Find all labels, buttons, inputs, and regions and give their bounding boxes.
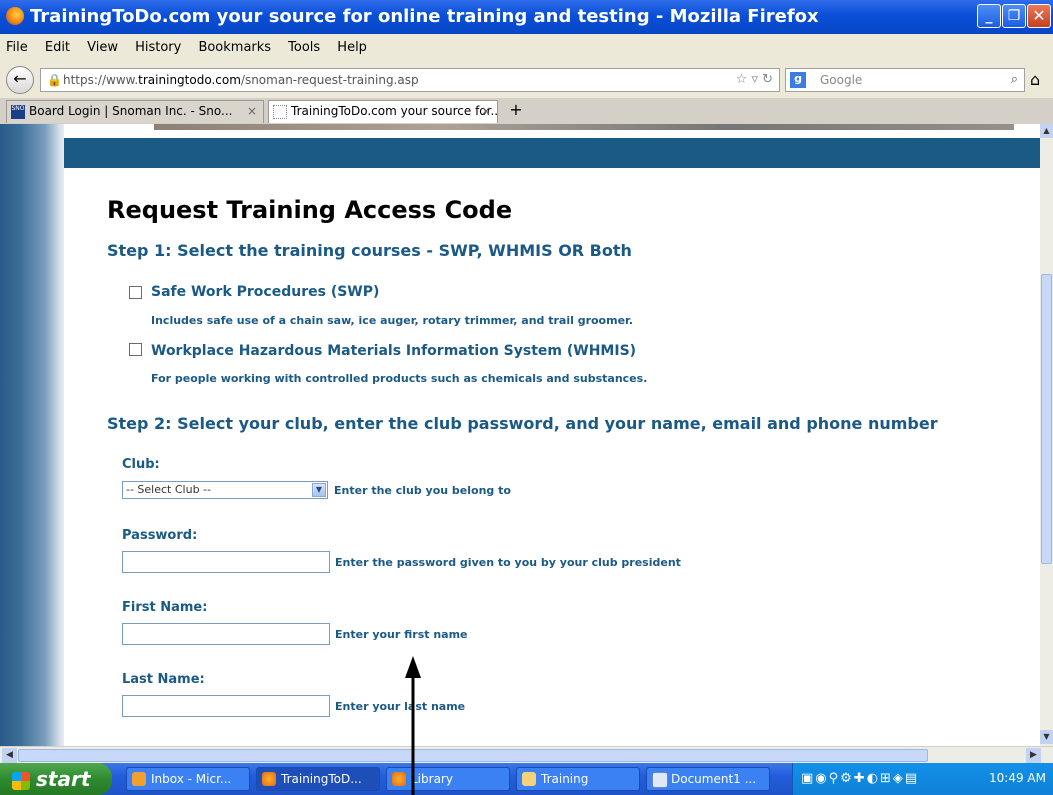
lock-icon: 🔒 — [47, 73, 62, 87]
header-image-strip — [154, 124, 1014, 130]
task-training-folder[interactable]: Training — [516, 767, 640, 791]
menu-view[interactable]: View — [81, 34, 124, 55]
tab-trainingtodo[interactable]: TrainingToDo.com your source for... × — [268, 100, 498, 123]
step2-heading: Step 2: Select your club, enter the club… — [107, 414, 938, 433]
tab-label: Board Login | Snoman Inc. - Sno... — [29, 104, 233, 118]
home-icon[interactable]: ⌂ — [1030, 70, 1040, 89]
menu-file[interactable]: File — [0, 34, 34, 55]
club-select-value: -- Select Club -- — [126, 483, 211, 496]
swp-checkbox[interactable] — [129, 286, 142, 299]
horizontal-scroll-thumb[interactable] — [18, 749, 928, 762]
system-tray: ▣◉⚲⚙✚◐⊞◈▤ 10:49 AM — [792, 763, 1053, 795]
first-name-hint: Enter your first name — [335, 628, 468, 641]
step1-heading: Step 1: Select the training courses - SW… — [107, 241, 632, 260]
windows-logo-icon — [12, 771, 30, 790]
page-content: Request Training Access Code Step 1: Sel… — [64, 124, 1040, 746]
task-document1[interactable]: Document1 ... — [646, 767, 770, 791]
vertical-scrollbar[interactable]: ▲ ▼ — [1040, 124, 1053, 746]
menu-edit[interactable]: Edit — [39, 34, 76, 55]
minimize-button[interactable]: _ — [977, 4, 1001, 28]
tab-close-icon[interactable]: × — [247, 101, 257, 122]
tab-label: TrainingToDo.com your source for... — [291, 104, 498, 118]
whmis-description: For people working with controlled produ… — [151, 372, 648, 385]
menu-help[interactable]: Help — [331, 34, 373, 55]
menu-bookmarks[interactable]: Bookmarks — [192, 34, 277, 55]
swp-label: Safe Work Procedures (SWP) — [151, 284, 380, 300]
scroll-down-icon[interactable]: ▼ — [1040, 730, 1053, 744]
navigation-toolbar: ← 🔒 https://www.trainingtodo.com/snoman-… — [0, 62, 1053, 98]
last-name-hint: Enter your last name — [335, 700, 466, 713]
whmis-checkbox[interactable] — [129, 343, 142, 356]
new-tab-button[interactable]: + — [504, 100, 528, 122]
close-button[interactable]: ✕ — [1027, 4, 1051, 28]
password-label: Password: — [122, 528, 198, 543]
firefox-icon — [6, 7, 24, 25]
window-titlebar: TrainingToDo.com your source for online … — [0, 0, 1053, 34]
last-name-field[interactable] — [122, 695, 330, 717]
club-label: Club: — [122, 457, 160, 472]
maximize-button[interactable]: ❐ — [1002, 4, 1026, 28]
folder-icon — [522, 772, 536, 786]
google-icon[interactable]: g — [790, 72, 806, 88]
scroll-left-icon[interactable]: ◀ — [2, 748, 17, 763]
firefox-icon — [392, 772, 406, 786]
first-name-field[interactable] — [122, 623, 330, 645]
url-text: https://www.trainingtodo.com/snoman-requ… — [63, 73, 419, 87]
page-favicon-icon — [273, 105, 287, 119]
firefox-icon — [262, 772, 276, 786]
swp-description: Includes safe use of a chain saw, ice au… — [151, 314, 634, 327]
menu-history[interactable]: History — [129, 34, 187, 55]
password-hint: Enter the password given to you by your … — [335, 556, 681, 569]
outlook-icon — [132, 772, 146, 786]
search-icon[interactable]: ⌕ — [1011, 72, 1018, 87]
back-button[interactable]: ← — [6, 66, 34, 94]
last-name-label: Last Name: — [122, 672, 205, 687]
bookmark-star-icon[interactable]: ☆ ▿ ↻ — [736, 72, 773, 87]
address-bar[interactable]: 🔒 https://www.trainingtodo.com/snoman-re… — [40, 68, 780, 92]
window-title: TrainingToDo.com your source for online … — [30, 6, 819, 27]
tray-icons[interactable]: ▣◉⚲⚙✚◐⊞◈▤ — [801, 771, 919, 786]
chevron-down-icon[interactable]: ▼ — [312, 483, 326, 497]
club-select[interactable]: -- Select Club -- ▼ — [122, 481, 328, 499]
word-document-icon — [652, 772, 668, 788]
header-banner — [64, 138, 1040, 168]
horizontal-scrollbar[interactable]: ◀ ▶ — [0, 746, 1053, 764]
whmis-label: Workplace Hazardous Materials Informatio… — [151, 343, 637, 359]
scroll-right-icon[interactable]: ▶ — [1026, 748, 1041, 763]
start-button[interactable]: start — [0, 763, 112, 795]
scroll-up-icon[interactable]: ▲ — [1040, 124, 1053, 138]
search-bar[interactable]: g Google ⌕ — [785, 68, 1025, 92]
tab-close-icon[interactable]: × — [481, 101, 491, 122]
tab-bar: SNO Board Login | Snoman Inc. - Sno... ×… — [0, 98, 1053, 125]
task-trainingtodo[interactable]: TrainingToD... — [256, 767, 380, 791]
windows-taskbar: start Inbox - Micr... TrainingToD... Lib… — [0, 763, 1053, 795]
first-name-label: First Name: — [122, 600, 208, 615]
tab-board-login[interactable]: SNO Board Login | Snoman Inc. - Sno... × — [6, 100, 264, 123]
menu-bar: File Edit View History Bookmarks Tools H… — [0, 34, 1053, 62]
password-field[interactable] — [122, 551, 330, 573]
page-viewport: Request Training Access Code Step 1: Sel… — [0, 124, 1040, 746]
menu-tools[interactable]: Tools — [282, 34, 326, 55]
snoman-favicon-icon: SNO — [11, 105, 25, 119]
page-title: Request Training Access Code — [107, 196, 513, 224]
task-library[interactable]: Library — [386, 767, 510, 791]
vertical-scroll-thumb[interactable] — [1041, 274, 1052, 564]
task-inbox[interactable]: Inbox - Micr... — [126, 767, 250, 791]
clock: 10:49 AM — [989, 771, 1046, 785]
search-placeholder: Google — [820, 73, 863, 87]
club-hint: Enter the club you belong to — [334, 484, 511, 497]
